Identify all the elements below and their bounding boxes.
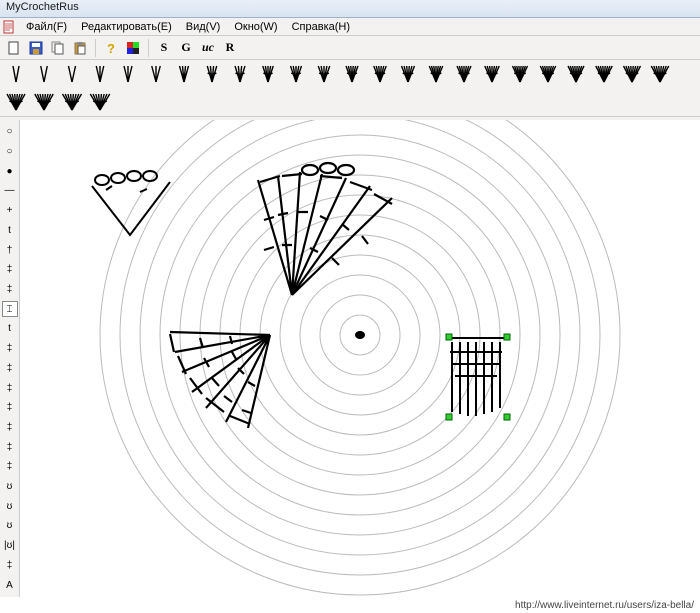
toolbar-separator: [148, 39, 149, 57]
menu-edit[interactable]: Редактировать(E): [75, 20, 178, 34]
side-tool-button[interactable]: ‡: [2, 360, 18, 376]
side-toolbar: ○○●—+t†‡‡⌶t‡‡‡‡‡‡‡ʊʊʊ|ʊ|‡A: [0, 120, 20, 597]
side-tool-button[interactable]: ‡: [2, 459, 18, 475]
stitch-button[interactable]: [564, 62, 588, 86]
r-button[interactable]: R: [220, 38, 240, 58]
title-bar: MyCrochetRus: [0, 0, 700, 18]
side-tool-button[interactable]: A: [2, 577, 18, 593]
svg-text:?: ?: [107, 41, 115, 55]
stitch-button[interactable]: [592, 62, 616, 86]
side-tool-button[interactable]: ‡: [2, 341, 18, 357]
side-tool-button[interactable]: t: [2, 223, 18, 239]
stitch-button[interactable]: [620, 62, 644, 86]
menu-help[interactable]: Справка(H): [286, 20, 356, 34]
side-tool-button[interactable]: †: [2, 242, 18, 258]
stitch-button[interactable]: [340, 62, 364, 86]
stitch-button[interactable]: [368, 62, 392, 86]
side-tool-button[interactable]: ʊ: [2, 498, 18, 514]
document-icon: [2, 20, 16, 34]
menu-bar: Файл(F) Редактировать(E) Вид(V) Окно(W) …: [0, 18, 700, 36]
paste-icon: [73, 41, 87, 55]
stitch-button[interactable]: [88, 62, 112, 86]
footer: http://www.liveinternet.ru/users/iza-bel…: [0, 597, 700, 613]
side-tool-button[interactable]: ○: [2, 124, 18, 140]
side-tool-button[interactable]: ʊ: [2, 479, 18, 495]
help-button[interactable]: ?: [101, 38, 121, 58]
side-tool-button[interactable]: +: [2, 203, 18, 219]
stitch-button[interactable]: [200, 62, 224, 86]
selection-handle[interactable]: [446, 334, 452, 340]
menu-view[interactable]: Вид(V): [180, 20, 227, 34]
side-tool-button[interactable]: t: [2, 321, 18, 337]
s-button[interactable]: S: [154, 38, 174, 58]
stitch-button[interactable]: [480, 62, 504, 86]
g-button[interactable]: G: [176, 38, 196, 58]
help-icon: ?: [104, 41, 118, 55]
new-icon: [7, 41, 21, 55]
toolbar-separator: [95, 39, 96, 57]
stitch-button[interactable]: [60, 62, 84, 86]
stitch-button[interactable]: [536, 62, 560, 86]
selection-handle[interactable]: [446, 414, 452, 420]
work-area: ○○●—+t†‡‡⌶t‡‡‡‡‡‡‡ʊʊʊ|ʊ|‡A: [0, 120, 700, 597]
standard-toolbar: ? S G uc R: [0, 36, 700, 60]
stitch-button[interactable]: [508, 62, 532, 86]
stitch-button[interactable]: [32, 90, 56, 114]
stitch-button[interactable]: [144, 62, 168, 86]
stitch-button[interactable]: [4, 90, 28, 114]
stitch-button[interactable]: [312, 62, 336, 86]
save-button[interactable]: [26, 38, 46, 58]
menu-window[interactable]: Окно(W): [228, 20, 283, 34]
window-title: MyCrochetRus: [6, 1, 79, 13]
side-tool-button[interactable]: ‡: [2, 420, 18, 436]
stitch-toolbar-row1: [0, 60, 700, 117]
side-tool-button[interactable]: ‡: [2, 282, 18, 298]
side-tool-button[interactable]: ‡: [2, 439, 18, 455]
uc-button[interactable]: uc: [198, 38, 218, 58]
side-tool-button[interactable]: ‡: [2, 380, 18, 396]
stitch-button[interactable]: [452, 62, 476, 86]
selection-handle[interactable]: [504, 414, 510, 420]
save-icon: [29, 41, 43, 55]
footer-url: http://www.liveinternet.ru/users/iza-bel…: [515, 600, 694, 611]
crochet-motif-1[interactable]: [92, 171, 170, 235]
stitch-button[interactable]: [60, 90, 84, 114]
side-tool-button[interactable]: ‡: [2, 262, 18, 278]
new-button[interactable]: [4, 38, 24, 58]
stitch-button[interactable]: [424, 62, 448, 86]
stitch-button[interactable]: [648, 62, 672, 86]
copy-icon: [51, 41, 65, 55]
copy-button[interactable]: [48, 38, 68, 58]
color-button[interactable]: [123, 38, 143, 58]
side-tool-button[interactable]: ○: [2, 144, 18, 160]
crochet-motif-2[interactable]: [258, 163, 392, 295]
stitch-button[interactable]: [88, 90, 112, 114]
stitch-button[interactable]: [172, 62, 196, 86]
canvas[interactable]: [20, 120, 700, 597]
stitch-button[interactable]: [32, 62, 56, 86]
side-tool-button[interactable]: |ʊ|: [2, 538, 18, 554]
selection-handle[interactable]: [504, 334, 510, 340]
paste-button[interactable]: [70, 38, 90, 58]
canvas-svg: [20, 120, 700, 600]
side-tool-button[interactable]: ʊ: [2, 518, 18, 534]
stitch-button[interactable]: [284, 62, 308, 86]
stitch-button[interactable]: [228, 62, 252, 86]
menu-file[interactable]: Файл(F): [20, 20, 73, 34]
side-tool-button[interactable]: ‡: [2, 558, 18, 574]
stitch-button[interactable]: [396, 62, 420, 86]
stitch-button[interactable]: [116, 62, 140, 86]
side-tool-button[interactable]: —: [2, 183, 18, 199]
stitch-button[interactable]: [4, 62, 28, 86]
side-tool-button[interactable]: ⌶: [2, 301, 18, 317]
stitch-button[interactable]: [256, 62, 280, 86]
color-icon: [126, 41, 140, 55]
side-tool-button[interactable]: ‡: [2, 400, 18, 416]
center-dot: [355, 331, 365, 339]
side-tool-button[interactable]: ●: [2, 163, 18, 179]
